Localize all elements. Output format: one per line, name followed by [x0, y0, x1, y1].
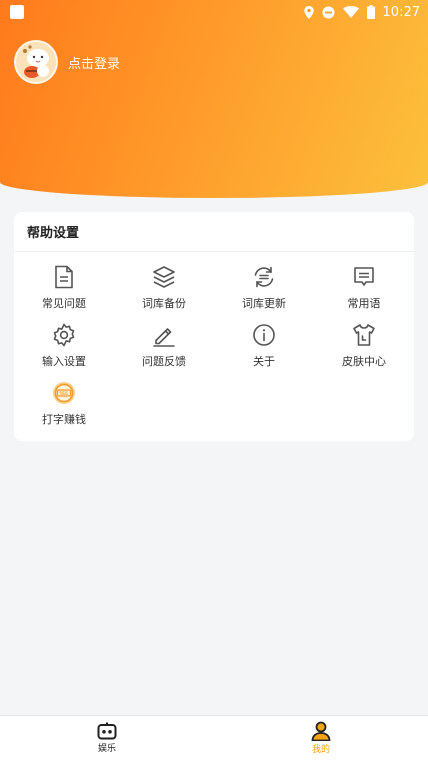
dictionary-backup-item[interactable]: 词库备份: [114, 264, 214, 322]
refresh-icon: [251, 264, 277, 290]
battery-icon: [366, 5, 375, 19]
wifi-icon: [342, 6, 359, 18]
location-icon: [303, 5, 314, 19]
bottom-tab-bar: 娱乐 我的: [0, 715, 428, 760]
tab-label: 娱乐: [97, 744, 116, 754]
feedback-item[interactable]: 问题反馈: [114, 322, 214, 380]
common-phrases-item[interactable]: 常用语: [314, 264, 414, 322]
tab-entertainment[interactable]: 娱乐: [0, 716, 214, 760]
skin-center-item[interactable]: 皮肤中心: [314, 322, 414, 380]
item-label: 皮肤中心: [342, 355, 386, 368]
tab-mine[interactable]: 我的: [214, 716, 428, 760]
input-settings-item[interactable]: 输入设置: [14, 322, 114, 380]
tab-label: 我的: [311, 745, 330, 755]
earn-by-typing-item[interactable]: 打字赚钱: [14, 380, 114, 438]
dictionary-update-item[interactable]: 词库更新: [214, 264, 314, 322]
message-icon: [351, 264, 377, 290]
section-title: 帮助设置: [14, 212, 414, 252]
shirt-icon: [351, 322, 377, 348]
document-icon: [51, 264, 77, 290]
gear-icon: [51, 322, 77, 348]
layers-icon: [151, 264, 177, 290]
user-icon: [311, 721, 331, 741]
item-label: 常用语: [347, 297, 381, 310]
item-label: 问题反馈: [142, 355, 186, 368]
login-area[interactable]: 点击登录: [14, 40, 120, 84]
coin-icon: [51, 380, 77, 406]
item-label: 词库备份: [142, 297, 186, 310]
about-item[interactable]: 关于: [214, 322, 314, 380]
help-settings-card: 帮助设置 常见问题 词库备份 词库更新 常用语 输入设置 问题反馈 关于 皮肤中…: [14, 212, 414, 441]
item-label: 输入设置: [42, 355, 86, 368]
login-link[interactable]: 点击登录: [68, 53, 120, 72]
status-time: 10:27: [382, 4, 420, 20]
edit-icon: [151, 322, 177, 348]
status-bar: 10:27: [0, 0, 428, 24]
do-not-disturb-icon: [322, 6, 335, 18]
item-label: 打字赚钱: [42, 413, 86, 426]
info-icon: [251, 322, 277, 348]
faq-item[interactable]: 常见问题: [14, 264, 114, 322]
robot-icon: [97, 722, 117, 740]
item-label: 词库更新: [242, 297, 286, 310]
avatar[interactable]: [14, 40, 58, 84]
item-label: 关于: [253, 355, 275, 368]
profile-header: [0, 0, 428, 198]
item-label: 常见问题: [42, 297, 86, 310]
notification-icon: [10, 5, 24, 19]
